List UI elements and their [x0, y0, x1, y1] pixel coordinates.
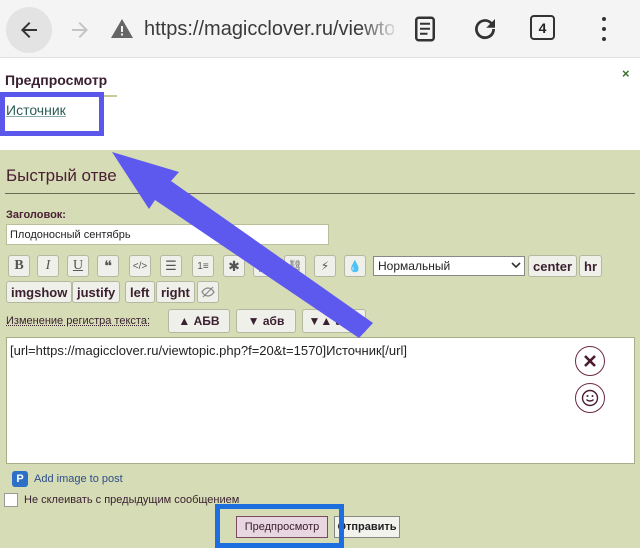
back-button[interactable] [6, 7, 52, 53]
add-image-link[interactable]: P Add image to post [12, 471, 123, 487]
no-merge-checkbox[interactable] [4, 493, 18, 507]
imgshow-button[interactable]: imgshow [6, 281, 73, 303]
forward-button[interactable] [62, 12, 98, 48]
no-merge-label: Не склеивать с предыдущим сообщением [24, 494, 240, 506]
font-size-selected: Нормальный [378, 259, 451, 273]
lowercase-button[interactable]: ▼ абв [236, 309, 296, 333]
hr-button[interactable]: hr [579, 255, 602, 277]
clear-button[interactable] [575, 346, 605, 376]
more-menu-icon[interactable] [592, 14, 616, 44]
preview-highlight-box [215, 504, 344, 548]
subject-input[interactable] [6, 224, 329, 245]
toggle-case-button[interactable]: ▼▲ аБВ [302, 309, 366, 333]
source-highlight-box [0, 92, 104, 136]
close-icon[interactable]: × [622, 66, 630, 81]
font-size-select[interactable]: Нормальный [373, 256, 525, 276]
ordered-list-icon[interactable]: 1≡ [192, 255, 214, 277]
subject-label: Заголовок: [6, 209, 66, 221]
star-icon[interactable]: ✱ [223, 255, 245, 277]
hide-icon[interactable] [197, 281, 219, 303]
left-button[interactable]: left [125, 281, 155, 303]
tabs-button[interactable]: 4 [530, 15, 555, 40]
arrow-left-icon [21, 22, 37, 38]
preview-panel: Предпросмотр × Источник [0, 58, 640, 150]
quote-icon[interactable]: ❝ [97, 255, 119, 277]
bold-button[interactable]: B [8, 255, 30, 277]
add-image-text: Add image to post [34, 473, 123, 485]
preview-title: Предпросмотр [5, 72, 108, 88]
chevron-down-icon [511, 262, 521, 269]
url-field[interactable]: https://magicclover.ru/viewtopic. [144, 18, 394, 41]
message-textarea[interactable]: [url=https://magicclover.ru/viewtopic.ph… [6, 337, 635, 464]
url-fade [360, 14, 400, 44]
browser-toolbar: https://magicclover.ru/viewtopic. 4 [0, 0, 640, 58]
no-merge-option[interactable]: Не склеивать с предыдущим сообщением [4, 493, 239, 507]
center-button[interactable]: center [528, 255, 578, 277]
smiley-icon [581, 389, 599, 407]
message-text: [url=https://magicclover.ru/viewtopic.ph… [10, 343, 407, 358]
case-change-label: Изменение регистра текста: [6, 315, 150, 327]
color-drop-icon[interactable]: 💧 [344, 255, 366, 277]
list-icon[interactable]: ☰ [160, 255, 182, 277]
quick-reply-title: Быстрый отве [6, 166, 117, 185]
reload-icon[interactable] [470, 14, 500, 44]
underline-button[interactable]: U [67, 255, 89, 277]
quick-reply-divider [5, 193, 635, 194]
code-icon[interactable]: </> [129, 255, 151, 277]
arrow-right-icon [72, 22, 88, 38]
image-icon[interactable]: ▣ [253, 255, 275, 277]
italic-button[interactable]: I [37, 255, 59, 277]
flash-icon[interactable]: ⚡ [314, 255, 336, 277]
justify-button[interactable]: justify [72, 281, 121, 303]
right-button[interactable]: right [156, 281, 195, 303]
emoji-button[interactable] [575, 383, 605, 413]
warning-triangle-icon[interactable] [110, 17, 134, 41]
link-icon[interactable]: ⛓ [284, 255, 306, 277]
uppercase-button[interactable]: ▲ АБВ [168, 309, 230, 333]
postimage-icon: P [12, 471, 28, 487]
reader-mode-icon[interactable] [410, 14, 440, 44]
close-icon [584, 355, 596, 367]
